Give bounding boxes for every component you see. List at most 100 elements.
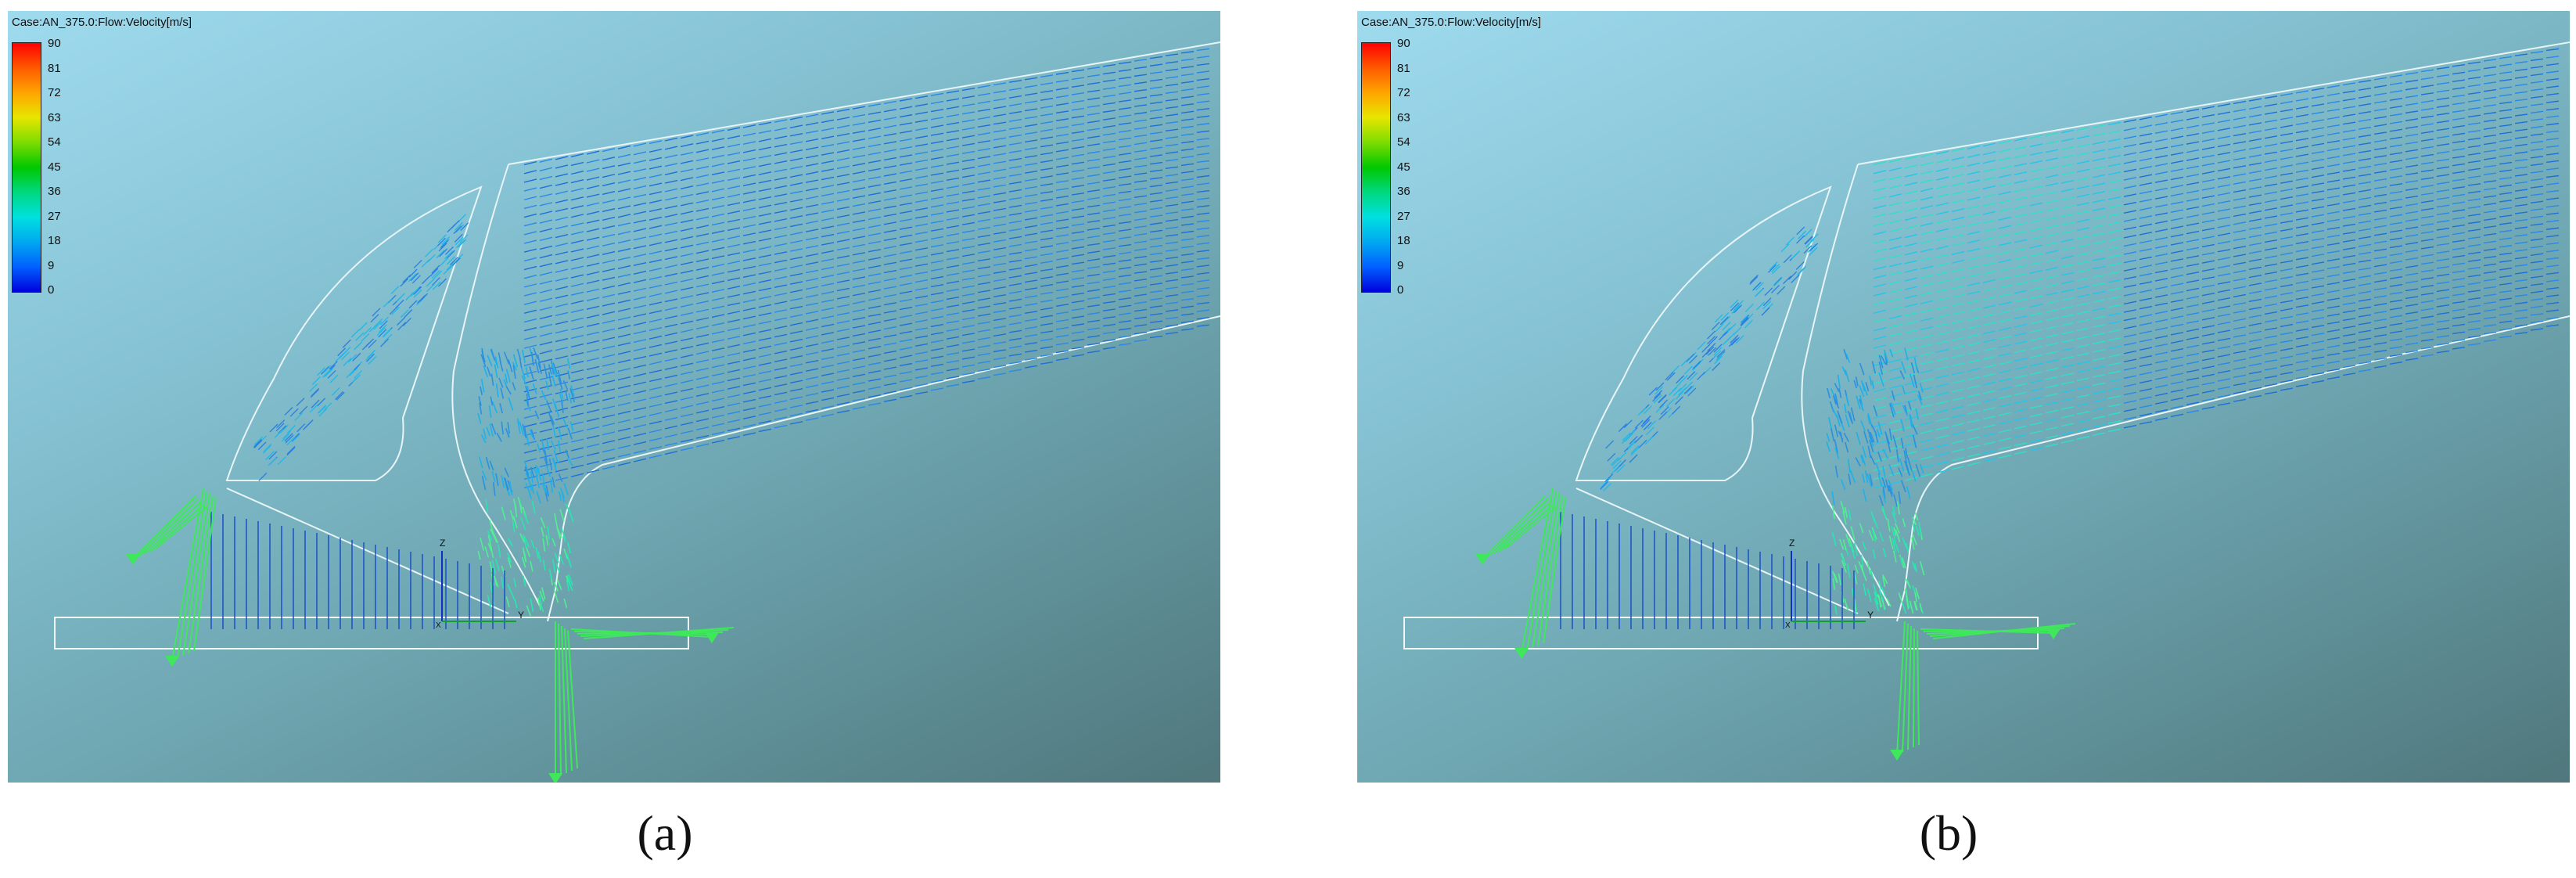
velocity-vector bbox=[2186, 279, 2200, 283]
velocity-vector bbox=[1165, 211, 1179, 214]
velocity-vector bbox=[1998, 301, 2012, 306]
velocity-vector bbox=[2233, 157, 2247, 161]
velocity-vector bbox=[2467, 213, 2481, 217]
velocity-vector bbox=[2217, 135, 2231, 139]
velocity-vector bbox=[914, 95, 929, 99]
velocity-vector bbox=[2483, 127, 2497, 130]
velocity-vector bbox=[2154, 253, 2168, 257]
velocity-vector bbox=[555, 164, 569, 169]
velocity-vector bbox=[2045, 207, 2059, 212]
velocity-vector bbox=[2545, 324, 2560, 327]
velocity-vector bbox=[1071, 161, 1085, 165]
velocity-vector bbox=[2045, 434, 2059, 439]
velocity-vector bbox=[2186, 157, 2200, 161]
jet-arrowhead bbox=[705, 632, 719, 643]
velocity-vector bbox=[335, 391, 343, 400]
velocity-vector bbox=[1055, 157, 1069, 160]
velocity-vector bbox=[1165, 136, 1179, 139]
velocity-vector bbox=[2311, 88, 2325, 92]
velocity-vector bbox=[789, 330, 803, 334]
velocity-vector bbox=[570, 231, 584, 236]
velocity-vector bbox=[2201, 130, 2215, 134]
velocity-vector bbox=[1102, 148, 1116, 151]
velocity-vector bbox=[1102, 308, 1116, 311]
velocity-vector bbox=[633, 390, 647, 394]
velocity-vector bbox=[961, 221, 975, 225]
velocity-vector bbox=[1102, 262, 1116, 266]
velocity-vector bbox=[993, 106, 1007, 110]
velocity-vector bbox=[1967, 393, 1981, 398]
velocity-vector bbox=[2373, 264, 2387, 268]
velocity-vector bbox=[2154, 236, 2168, 241]
velocity-vector bbox=[2170, 258, 2184, 262]
velocity-vector bbox=[1008, 204, 1022, 208]
velocity-vector bbox=[1856, 395, 1861, 410]
velocity-vector bbox=[2123, 408, 2137, 412]
velocity-vector bbox=[2233, 286, 2247, 290]
velocity-vector bbox=[727, 402, 741, 407]
velocity-vector bbox=[2499, 290, 2513, 293]
velocity-vector bbox=[2373, 295, 2387, 299]
velocity-vector bbox=[543, 363, 548, 378]
velocity-vector bbox=[539, 219, 553, 224]
velocity-vector bbox=[2123, 168, 2137, 173]
velocity-vector bbox=[2092, 132, 2106, 137]
velocity-vector bbox=[1904, 225, 1918, 230]
velocity-vector bbox=[633, 219, 647, 224]
velocity-vector bbox=[2452, 278, 2466, 281]
velocity-vector bbox=[695, 359, 710, 364]
velocity-vector bbox=[2248, 122, 2262, 126]
velocity-vector bbox=[2545, 70, 2560, 74]
velocity-vector bbox=[2280, 323, 2294, 328]
velocity-vector bbox=[545, 400, 551, 412]
velocity-vector bbox=[899, 162, 913, 166]
velocity-vector bbox=[2452, 140, 2466, 144]
velocity-vector bbox=[899, 138, 913, 142]
velocity-vector bbox=[1915, 408, 1920, 420]
velocity-vector bbox=[1055, 358, 1069, 362]
velocity-vector bbox=[742, 340, 756, 345]
velocity-vector bbox=[2045, 283, 2059, 288]
velocity-vector bbox=[1149, 222, 1163, 225]
velocity-vector bbox=[961, 333, 975, 336]
velocity-vector bbox=[680, 447, 694, 452]
velocity-vector bbox=[1149, 161, 1163, 165]
velocity-vector bbox=[2499, 71, 2513, 74]
velocity-vector bbox=[1008, 103, 1022, 106]
velocity-vector bbox=[1862, 541, 1866, 551]
velocity-vector bbox=[1967, 205, 1981, 210]
velocity-vector bbox=[993, 129, 1007, 133]
velocity-vector bbox=[2467, 228, 2481, 232]
velocity-vector bbox=[296, 423, 306, 433]
velocity-vector bbox=[1134, 59, 1148, 62]
velocity-vector bbox=[1040, 268, 1054, 272]
velocity-vector bbox=[727, 286, 741, 290]
velocity-vector bbox=[277, 456, 286, 466]
velocity-vector bbox=[2248, 130, 2262, 134]
velocity-vector bbox=[2264, 239, 2278, 243]
velocity-vector bbox=[2139, 215, 2153, 219]
velocity-vector bbox=[2123, 127, 2137, 131]
velocity-vector bbox=[2295, 257, 2309, 261]
velocity-vector bbox=[977, 226, 991, 230]
velocity-vector bbox=[2139, 281, 2153, 285]
velocity-vector bbox=[408, 300, 418, 309]
velocity-vector bbox=[2280, 140, 2294, 144]
velocity-vector bbox=[1888, 158, 1902, 163]
velocity-vector bbox=[2405, 296, 2419, 300]
velocity-vector bbox=[821, 397, 835, 401]
velocity-vector bbox=[789, 149, 803, 153]
velocity-vector bbox=[570, 274, 584, 279]
velocity-vector bbox=[1134, 279, 1148, 282]
velocity-vector bbox=[2014, 205, 2028, 210]
velocity-vector bbox=[2373, 100, 2387, 104]
velocity-vector bbox=[2326, 282, 2341, 286]
velocity-vector bbox=[633, 424, 647, 429]
velocity-vector bbox=[883, 141, 897, 145]
velocity-vector bbox=[993, 326, 1007, 329]
velocity-vector bbox=[2514, 76, 2528, 79]
velocity-vector bbox=[805, 245, 819, 249]
velocity-vector bbox=[711, 314, 725, 318]
velocity-vector bbox=[2029, 219, 2043, 224]
velocity-vector bbox=[633, 322, 647, 326]
